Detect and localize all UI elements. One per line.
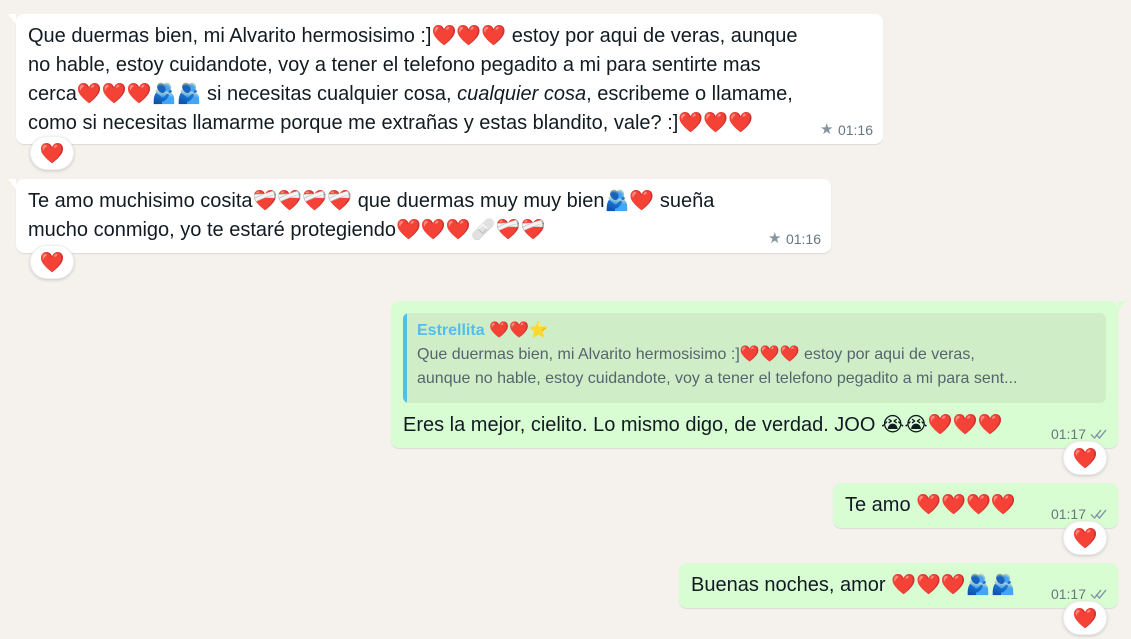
message-text: Eres la mejor, cielito. Lo mismo digo, d… bbox=[403, 414, 1003, 436]
message-meta: 01:17 bbox=[1051, 506, 1108, 522]
message-time: 01:17 bbox=[1050, 586, 1086, 602]
message-bubble-outgoing[interactable]: Estrellita ❤️❤️⭐ Que duermas bien, mi Al… bbox=[391, 301, 1126, 448]
message-meta: 01:17 bbox=[1051, 426, 1108, 442]
heart-reaction-icon: ❤️ bbox=[1072, 606, 1098, 630]
message-text: Buenas noches, amor ❤️❤️❤️🫂🫂 bbox=[691, 574, 1016, 596]
message-meta: 01:17 bbox=[1051, 586, 1108, 602]
double-check-icon bbox=[1090, 428, 1108, 440]
star-icon: ★ bbox=[819, 121, 834, 138]
bubble-tail bbox=[8, 179, 16, 189]
message-text: Que duermas bien, mi Alvarito hermosisim… bbox=[28, 22, 871, 138]
double-check-icon bbox=[1090, 588, 1108, 600]
quote-accent-bar bbox=[403, 313, 407, 403]
heart-reaction-icon: ❤️ bbox=[1072, 526, 1098, 550]
message-text-italic: cualquier cosa bbox=[457, 83, 587, 105]
message-meta: ★ 01:16 bbox=[820, 122, 873, 138]
heart-reaction-icon: ❤️ bbox=[39, 141, 65, 165]
message-time: 01:16 bbox=[837, 122, 873, 138]
reaction-badge[interactable]: ❤️ bbox=[1063, 441, 1107, 475]
bubble-tail bbox=[8, 14, 16, 24]
bubble-tail bbox=[1118, 301, 1126, 311]
message-time: 01:16 bbox=[785, 231, 821, 247]
quote-line: Que duermas bien, mi Alvarito hermosisim… bbox=[417, 346, 975, 363]
message-bubble-incoming[interactable]: Que duermas bien, mi Alvarito hermosisim… bbox=[8, 14, 883, 144]
quote-author: Estrellita ❤️❤️⭐ bbox=[417, 322, 549, 339]
message-text: Te amo muchisimo cosita❤️‍🩹❤️‍🩹❤️‍🩹❤️‍🩹 … bbox=[28, 190, 715, 241]
star-icon: ★ bbox=[767, 230, 782, 247]
reaction-badge[interactable]: ❤️ bbox=[1063, 521, 1107, 555]
message-bubble-incoming[interactable]: Te amo muchisimo cosita❤️‍🩹❤️‍🩹❤️‍🩹❤️‍🩹 … bbox=[8, 179, 831, 253]
message-time: 01:17 bbox=[1050, 426, 1086, 442]
quote-text: Que duermas bien, mi Alvarito hermosisim… bbox=[417, 343, 1092, 391]
reaction-badge[interactable]: ❤️ bbox=[30, 136, 74, 170]
message-meta: ★ 01:16 bbox=[768, 231, 821, 247]
quoted-message[interactable]: Estrellita ❤️❤️⭐ Que duermas bien, mi Al… bbox=[403, 313, 1106, 403]
message-bubble-outgoing[interactable]: Buenas noches, amor ❤️❤️❤️🫂🫂 01:17 bbox=[679, 563, 1118, 608]
reaction-badge[interactable]: ❤️ bbox=[30, 245, 74, 279]
quote-line: aunque no hable, estoy cuidandote, voy a… bbox=[417, 370, 1018, 387]
message-time: 01:17 bbox=[1050, 506, 1086, 522]
heart-reaction-icon: ❤️ bbox=[1072, 446, 1098, 470]
heart-reaction-icon: ❤️ bbox=[39, 250, 65, 274]
double-check-icon bbox=[1090, 508, 1108, 520]
reaction-badge[interactable]: ❤️ bbox=[1063, 601, 1107, 635]
